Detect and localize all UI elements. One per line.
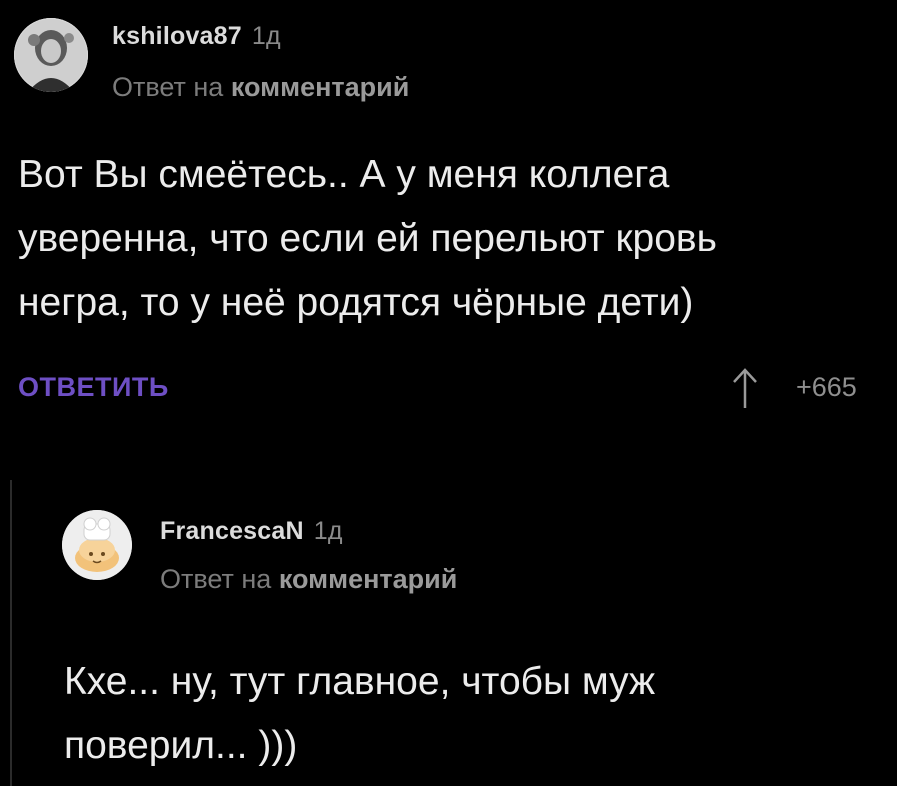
comment: kshilova87 1д Ответ на комментарий Вот Вы… bbox=[0, 0, 897, 440]
reply-button[interactable]: ОТВЕТИТЬ bbox=[18, 372, 169, 403]
comment-line: Вот Вы смеётесь.. А у меня коллега bbox=[18, 153, 670, 196]
author-username[interactable]: kshilova87 bbox=[112, 22, 242, 50]
author-name[interactable]: kshilova87 1д bbox=[112, 22, 281, 51]
comment-body: Вот Вы смеётесь.. А у меня коллега увере… bbox=[18, 143, 888, 335]
comment-line: негра, то у неё родятся чёрные дети) bbox=[18, 281, 694, 324]
author-name[interactable]: FrancescaN 1д bbox=[160, 517, 343, 546]
reply-prefix: Ответ на bbox=[160, 564, 272, 594]
user-avatar-icon[interactable] bbox=[14, 18, 88, 92]
comment-time: 1д bbox=[251, 22, 281, 50]
comment-line: уверенна, что если ей перельют кровь bbox=[18, 217, 717, 260]
upvote-arrow-icon[interactable] bbox=[730, 366, 760, 410]
reply-context: Ответ на комментарий bbox=[112, 72, 409, 103]
author-username[interactable]: FrancescaN bbox=[160, 517, 304, 545]
comment-rating: +665 bbox=[796, 372, 857, 402]
reply-prefix: Ответ на bbox=[112, 72, 224, 102]
comment-body: Кхе... ну, тут главное, чтобы муж повери… bbox=[64, 650, 864, 778]
comment-time: 1д bbox=[313, 517, 343, 545]
comment-line: поверил... ))) bbox=[64, 724, 298, 767]
comment-line: Кхе... ну, тут главное, чтобы муж bbox=[64, 660, 656, 703]
comment-reply: FrancescaN 1д Ответ на комментарий Кхе...… bbox=[0, 480, 897, 786]
parent-comment-link[interactable]: комментарий bbox=[279, 564, 458, 594]
parent-comment-link[interactable]: комментарий bbox=[231, 72, 410, 102]
default-avatar-icon[interactable] bbox=[62, 510, 132, 580]
reply-context: Ответ на комментарий bbox=[160, 564, 457, 595]
